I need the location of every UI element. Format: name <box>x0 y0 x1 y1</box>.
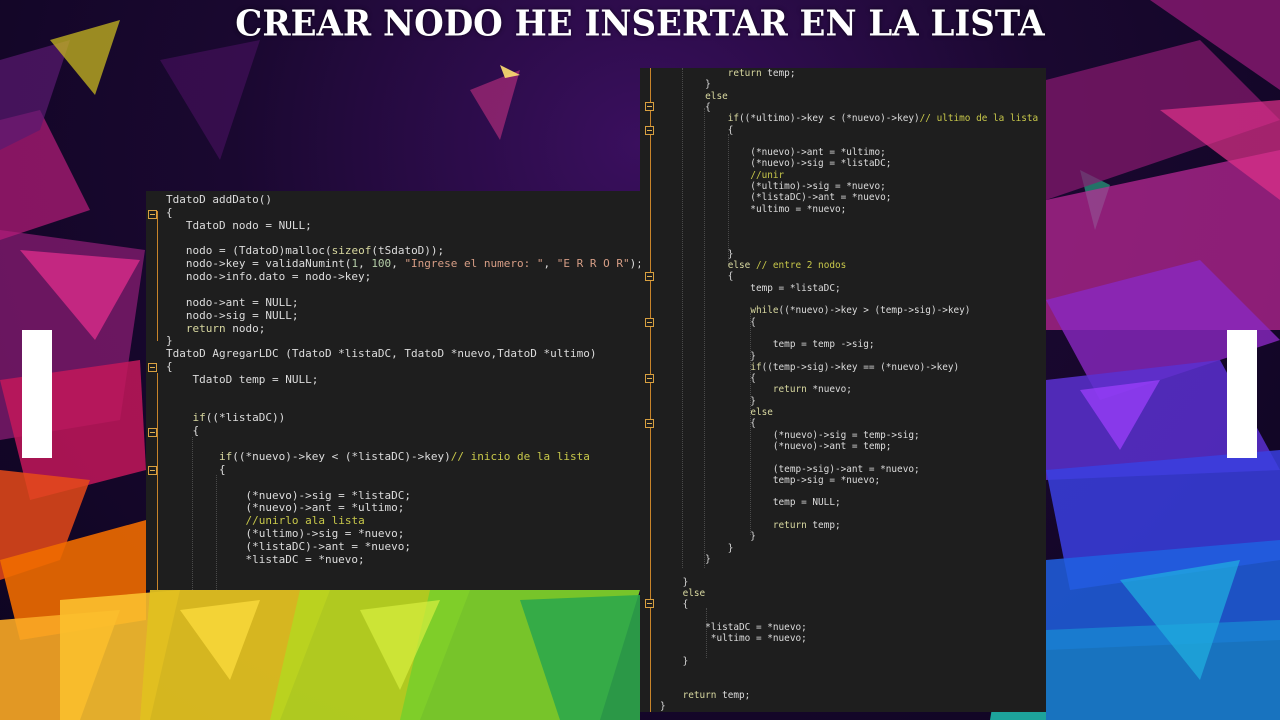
code-line: if((*nuevo)->key < (*listaDC)->key)// in… <box>218 450 590 463</box>
code-line: { <box>166 205 173 219</box>
fold-gutter <box>157 373 158 590</box>
code-line: } <box>660 248 734 260</box>
code-line: } <box>660 576 689 588</box>
fold-marker-icon[interactable] <box>148 428 157 437</box>
code-line: nodo->ant = NULL; <box>166 295 299 309</box>
code-line: if((temp->sig)->key == (*nuevo)->key) <box>750 361 960 373</box>
code-line: (*nuevo)->sig = *listaDC; <box>660 158 892 170</box>
code-line: } <box>660 79 711 91</box>
code-line: { <box>660 418 756 430</box>
code-line: { <box>166 424 200 438</box>
code-line: //unir <box>750 169 785 181</box>
code-line: (*nuevo)->ant = *ultimo; <box>660 147 886 159</box>
code-line: temp = *listaDC; <box>660 282 841 294</box>
code-line: if((*ultimo)->key < (*nuevo)->key)// ult… <box>727 113 1039 125</box>
code-line: *ultimo = *nuevo; <box>660 633 807 644</box>
fold-marker-icon[interactable] <box>645 599 654 608</box>
code-line: { <box>660 271 734 283</box>
code-line: (*nuevo)->sig = temp->sig; <box>660 429 920 441</box>
fold-marker-icon[interactable] <box>148 210 157 219</box>
code-line: (*ultimo)->sig = *nuevo; <box>166 527 405 541</box>
code-line: TdatoD nodo = NULL; <box>166 218 312 232</box>
fold-gutter <box>157 211 158 341</box>
code-panel-left: TdatoD addDato(){ TdatoD nodo = NULL; no… <box>146 191 640 590</box>
code-line: return nodo; <box>185 321 266 335</box>
code-line: { <box>166 360 173 374</box>
code-line: TdatoD temp = NULL; <box>166 372 319 386</box>
fold-marker-icon[interactable] <box>148 363 157 372</box>
code-line: temp = NULL; <box>660 497 841 509</box>
page-title: CREAR NODO HE INSERTAR EN LA LISTA <box>235 3 1045 45</box>
code-panel-right: return temp; } else { if((*ultimo)->key … <box>640 68 1046 712</box>
code-line: *listaDC = *nuevo; <box>166 552 365 566</box>
code-line: { <box>660 373 756 385</box>
code-line: (*nuevo)->ant = temp; <box>660 440 892 452</box>
code-line: { <box>660 316 756 328</box>
fold-marker-icon[interactable] <box>645 272 654 281</box>
code-line: (*listaDC)->ant = *nuevo; <box>660 192 892 204</box>
code-line: (*listaDC)->ant = *nuevo; <box>166 539 412 553</box>
code-line: else <box>682 587 706 599</box>
code-line: } <box>660 350 756 362</box>
code-line: return *nuevo; <box>772 384 852 396</box>
fold-gutter <box>650 68 651 712</box>
code-line: (temp->sig)->ant = *nuevo; <box>660 463 920 475</box>
code-line: (*ultimo)->sig = *nuevo; <box>660 181 886 192</box>
code-line: nodo->info.dato = nodo->key; <box>166 270 372 284</box>
fold-marker-icon[interactable] <box>645 419 654 428</box>
code-line: TdatoD AgregarLDC (TdatoD *listaDC, Tdat… <box>166 347 597 361</box>
fold-marker-icon[interactable] <box>645 126 654 135</box>
fold-marker-icon[interactable] <box>645 374 654 383</box>
code-line: else <box>705 90 728 102</box>
left-white-bar <box>22 330 52 458</box>
fold-marker-icon[interactable] <box>645 318 654 327</box>
code-line: } <box>660 542 734 554</box>
code-line: *listaDC = *nuevo; <box>660 621 807 633</box>
code-line: return temp; <box>772 520 841 531</box>
fold-marker-icon[interactable] <box>148 466 157 475</box>
right-white-bar <box>1227 330 1257 458</box>
code-line: TdatoD addDato() <box>166 193 272 206</box>
code-line: } <box>660 655 689 667</box>
code-line: { <box>166 462 226 476</box>
code-line: temp->sig = *nuevo; <box>660 474 881 486</box>
code-line: return temp; <box>682 689 751 701</box>
code-line: } <box>660 531 756 543</box>
code-line: { <box>660 599 689 611</box>
code-line: *ultimo = *nuevo; <box>660 203 847 215</box>
code-line: { <box>660 101 711 113</box>
code-line: return temp; <box>727 68 796 79</box>
code-line: } <box>660 553 711 565</box>
code-line: else // entre 2 nodos <box>727 260 847 272</box>
fold-marker-icon[interactable] <box>645 102 654 111</box>
code-line: while((*nuevo)->key > (temp->sig)->key) <box>750 305 971 317</box>
code-line: temp = temp ->sig; <box>660 339 875 351</box>
code-line: else <box>750 407 773 418</box>
code-line: { <box>660 124 734 136</box>
code-line: } <box>660 395 756 407</box>
code-line: } <box>660 700 666 712</box>
